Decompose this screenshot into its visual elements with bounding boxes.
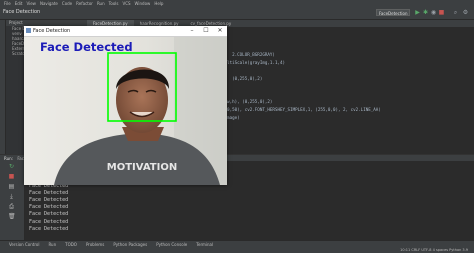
minimize-icon[interactable]: –	[185, 26, 199, 36]
menu-item[interactable]: Edit	[15, 0, 23, 7]
menu-item[interactable]: Run	[97, 0, 105, 7]
detection-label: Face Detected	[40, 40, 133, 54]
shirt-print: MOTIVATION	[107, 162, 177, 173]
window-title: Face Detection	[33, 28, 71, 34]
menu-bar: File Edit View Navigate Code Refactor Run Tools…	[0, 0, 474, 7]
window-titlebar[interactable]: Face Detection – ☐ ✕	[24, 26, 227, 37]
menu-item[interactable]: Navigate	[40, 0, 58, 7]
run-panel-actions: ↻ ■ ▤ ⤓ ⎙ 🗑	[0, 161, 25, 240]
window-app-icon	[26, 28, 31, 33]
status-bar: 10:11 CRLF UTF-8 4 spaces Python 3.9	[0, 247, 474, 253]
console-line: Face Detected	[29, 196, 69, 203]
search-icon[interactable]: ⌕	[452, 9, 459, 16]
project-name[interactable]: Face Detection	[3, 9, 40, 15]
face-detection-window[interactable]: Face Detection – ☐ ✕ MOTIVATION Face Det…	[24, 26, 227, 185]
console-line: Face Detected	[29, 204, 69, 211]
debug-icon[interactable]: ✱	[422, 9, 429, 16]
console-line: Face Detected	[29, 225, 69, 232]
menu-item[interactable]: Help	[154, 0, 163, 7]
console-line: Face Detected	[29, 211, 69, 218]
console-line: Face Detected	[29, 218, 69, 225]
status-info: 10:11 CRLF UTF-8 4 spaces Python 3.9	[400, 248, 468, 252]
coverage-icon[interactable]: ◉	[430, 9, 437, 16]
print-icon[interactable]: ⎙	[8, 203, 15, 210]
stop-icon[interactable]: ■	[438, 9, 445, 16]
restore-layout-icon[interactable]: ▤	[8, 183, 15, 190]
scroll-to-end-icon[interactable]: ⤓	[8, 193, 15, 200]
run-icon[interactable]: ▶	[414, 9, 421, 16]
maximize-icon[interactable]: ☐	[199, 26, 213, 36]
close-icon[interactable]: ✕	[213, 26, 227, 36]
settings-icon[interactable]: ⚙	[462, 9, 469, 16]
console-line: Face Detected	[29, 189, 69, 196]
toolbar: Face Detection FaceDetection ▶ ✱ ◉ ■ ⌕ ⚙	[0, 7, 474, 20]
menu-item[interactable]: Refactor	[76, 0, 93, 7]
webcam-image: MOTIVATION	[24, 37, 227, 185]
rerun-icon[interactable]: ↻	[8, 163, 15, 170]
run-config-select[interactable]: FaceDetection	[376, 9, 410, 16]
menu-item[interactable]: Window	[135, 0, 151, 7]
menu-item[interactable]: Tools	[109, 0, 119, 7]
menu-item[interactable]: VCS	[122, 0, 130, 7]
webcam-frame: MOTIVATION Face Detected	[24, 37, 227, 185]
trash-icon[interactable]: 🗑	[8, 213, 16, 220]
stop-run-icon[interactable]: ■	[8, 173, 15, 180]
menu-item[interactable]: Code	[62, 0, 72, 7]
menu-item[interactable]: View	[26, 0, 36, 7]
menu-item[interactable]: File	[4, 0, 11, 7]
